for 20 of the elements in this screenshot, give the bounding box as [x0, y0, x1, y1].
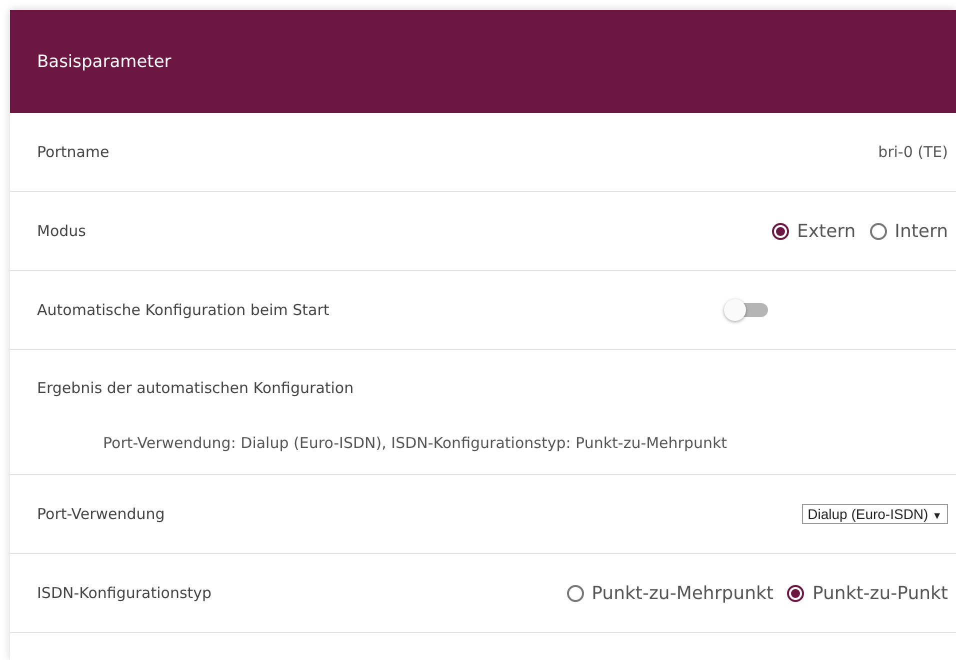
- field-label: ISDN-Konfigurationstyp: [37, 584, 212, 602]
- radio-button[interactable]: [772, 222, 789, 240]
- field-value: bri-0 (TE): [878, 143, 948, 161]
- radio-option[interactable]: Punkt-zu-Punkt: [787, 582, 948, 604]
- radio-option[interactable]: Intern: [870, 220, 948, 242]
- dropdown[interactable]: Dialup (Euro-ISDN) ▼: [802, 504, 948, 524]
- field-label: Modus: [37, 222, 86, 240]
- toggle-switch[interactable]: [724, 299, 768, 321]
- radio-button[interactable]: [870, 222, 887, 240]
- result-text: Port-Verwendung: Dialup (Euro-ISDN), ISDN-Konfigurationstyp: Punkt-zu-Mehrpunkt: [102, 433, 728, 454]
- radio-button[interactable]: [566, 584, 584, 602]
- field-label: Port-Verwendung: [37, 505, 165, 523]
- radio-option[interactable]: Punkt-zu-Mehrpunkt: [566, 582, 774, 604]
- caret-icon: ▼: [932, 511, 942, 522]
- field-label: Ergebnis der automatischen Konfiguration: [37, 379, 354, 397]
- field-label: Portname: [37, 143, 110, 161]
- field-label: Automatische Konfiguration beim Start: [37, 301, 330, 319]
- panel-title: Basisparameter: [37, 52, 172, 72]
- radio-option[interactable]: Extern: [772, 220, 856, 242]
- radio-button[interactable]: [787, 584, 804, 602]
